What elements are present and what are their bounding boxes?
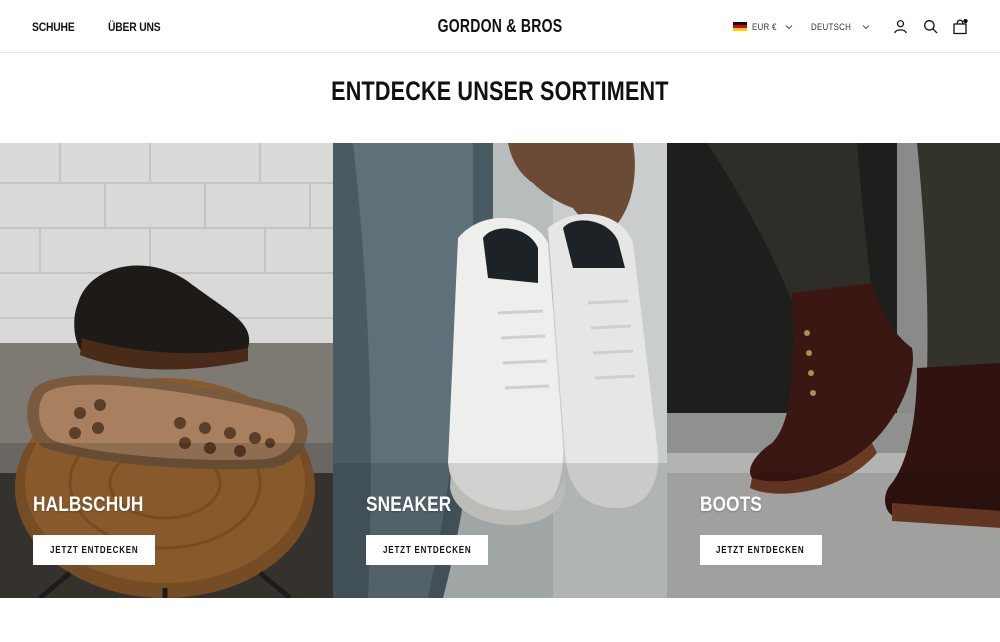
search-icon[interactable] xyxy=(922,19,938,35)
collection-title: HALBSCHUH xyxy=(33,493,144,516)
main-navigation: SCHUHE ÜBER UNS xyxy=(32,0,170,53)
site-header: SCHUHE ÜBER UNS GORDON & BROS EUR € DEUT… xyxy=(0,0,1000,53)
header-actions: EUR € DEUTSCH xyxy=(733,0,968,53)
discover-button-sneaker[interactable]: JETZT ENTDECKEN xyxy=(366,535,489,565)
collection-title: SNEAKER xyxy=(366,493,452,516)
chevron-down-icon xyxy=(862,24,870,29)
collection-tile-sneaker[interactable]: SNEAKER JETZT ENTDECKEN xyxy=(333,143,667,598)
nav-link-ueber-uns[interactable]: ÜBER UNS xyxy=(108,20,161,34)
collection-tile-halbschuh[interactable]: HALBSCHUH JETZT ENTDECKEN xyxy=(0,143,334,598)
site-logo[interactable]: GORDON & BROS xyxy=(438,16,563,37)
white-sneakers-held-in-hand-image xyxy=(333,143,667,598)
button-label: JETZT ENTDECKEN xyxy=(383,544,472,556)
button-label: JETZT ENTDECKEN xyxy=(716,544,805,556)
collection-grid: HALBSCHUH JETZT ENTDECKEN SNEAKER JETZT … xyxy=(0,143,1000,598)
brogue-shoe-on-wooden-stool-image xyxy=(0,143,334,598)
discover-button-halbschuh[interactable]: JETZT ENTDECKEN xyxy=(33,535,155,565)
language-selector[interactable]: DEUTSCH xyxy=(811,22,870,32)
germany-flag-icon xyxy=(733,21,748,32)
cart-badge-dot xyxy=(963,18,968,23)
page-title: ENTDECKE UNSER SORTIMENT xyxy=(331,76,669,106)
collection-tile-boots[interactable]: BOOTS JETZT ENTDECKEN xyxy=(666,143,1000,598)
collection-title: BOOTS xyxy=(699,493,762,516)
brogue-boots-worn-image xyxy=(666,143,1000,598)
account-icon[interactable] xyxy=(892,19,908,35)
nav-link-schuhe[interactable]: SCHUHE xyxy=(32,20,75,34)
button-label: JETZT ENTDECKEN xyxy=(49,544,139,556)
currency-selector[interactable]: EUR € xyxy=(733,21,793,32)
chevron-down-icon xyxy=(786,24,793,29)
cart-icon[interactable] xyxy=(952,18,968,35)
currency-label: EUR € xyxy=(752,21,778,32)
language-label: DEUTSCH xyxy=(811,21,852,32)
discover-button-boots[interactable]: JETZT ENTDECKEN xyxy=(699,535,822,565)
collections-heading-section: ENTDECKE UNSER SORTIMENT xyxy=(0,76,1000,107)
